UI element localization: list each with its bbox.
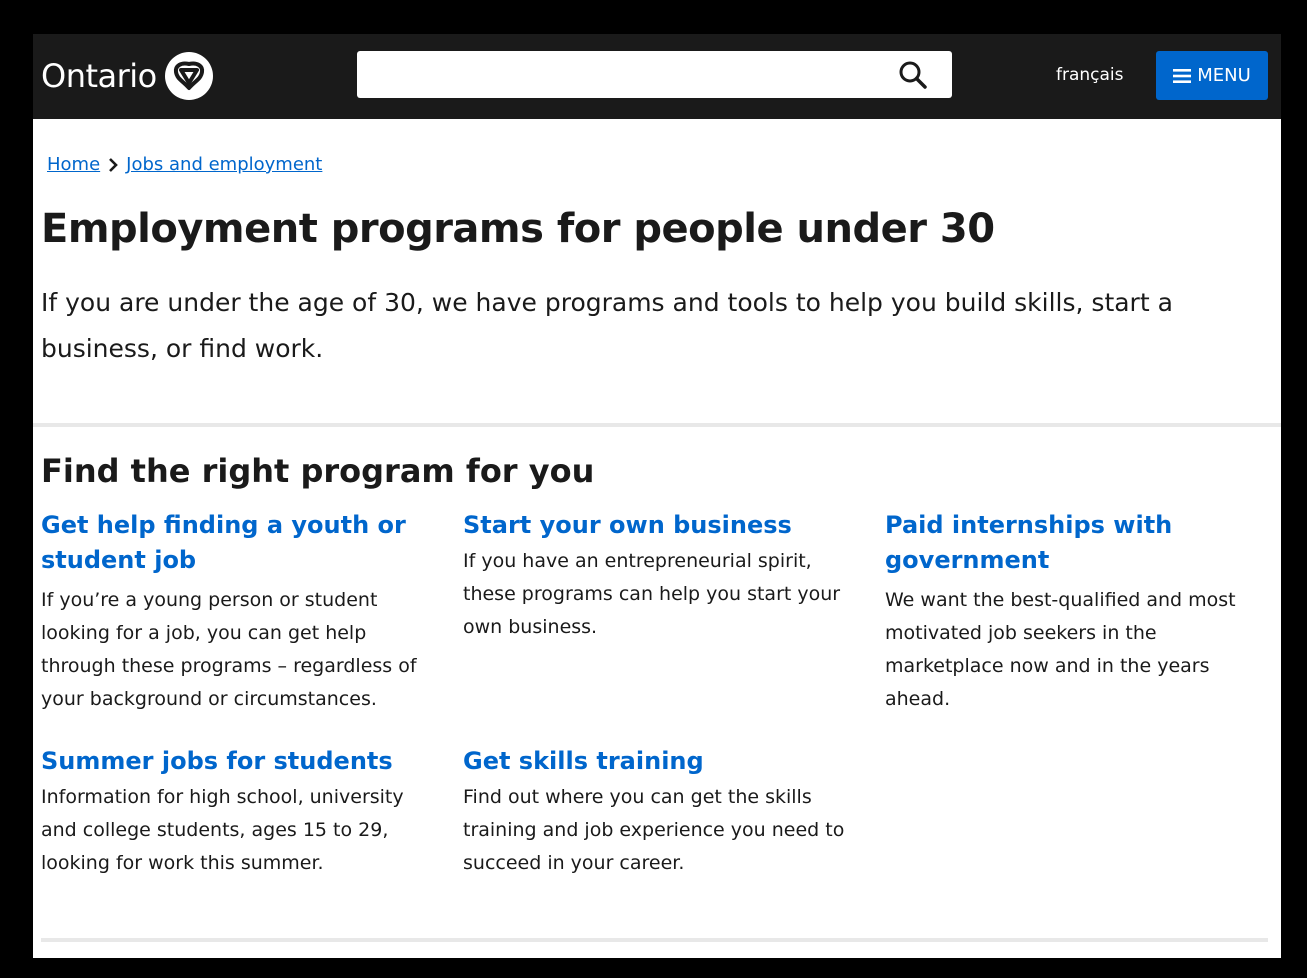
card-description: Find out where you can get the skills tr… (463, 786, 845, 874)
program-card: Start your own business If you have an e… (463, 508, 853, 644)
search-icon (899, 61, 927, 89)
section-divider (33, 423, 1281, 427)
program-card: Get help finding a youth or student job … (41, 508, 431, 716)
logo-text: Ontario (41, 57, 157, 95)
site-header: Ontario français MENU (33, 34, 1281, 119)
card-link[interactable]: Get help finding a youth or student job (41, 511, 406, 574)
search-bar (357, 51, 952, 98)
breadcrumb-home-link[interactable]: Home (47, 154, 100, 175)
trillium-icon (164, 52, 213, 100)
card-description: If you’re a young person or student look… (41, 589, 417, 710)
page-lead: If you are under the age of 30, we have … (41, 288, 1173, 363)
card-link[interactable]: Summer jobs for students (41, 747, 393, 775)
card-heading: Paid internships with government (885, 508, 1275, 578)
card-link[interactable]: Get skills training (463, 747, 704, 775)
card-heading: Start your own business (463, 508, 853, 543)
card-link[interactable]: Paid internships with government (885, 511, 1172, 574)
card-description: Information for high school, university … (41, 786, 404, 874)
card-link[interactable]: Start your own business (463, 511, 792, 539)
menu-label: MENU (1197, 65, 1251, 86)
breadcrumb-jobs-link[interactable]: Jobs and employment (126, 154, 322, 175)
section-title: Find the right program for you (41, 452, 595, 490)
hamburger-icon (1173, 68, 1192, 83)
menu-button[interactable]: MENU (1156, 51, 1268, 100)
card-description: We want the best-qualified and most moti… (885, 589, 1236, 710)
card-heading: Get help finding a youth or student job (41, 508, 431, 578)
search-input[interactable] (357, 51, 877, 98)
ontario-logo[interactable]: Ontario (41, 52, 215, 100)
program-card: Paid internships with government We want… (885, 508, 1275, 716)
card-description: If you have an entrepreneurial spirit, t… (463, 550, 841, 638)
page-frame: Ontario français MENU Home Jobs and empl… (33, 34, 1281, 958)
program-card: Summer jobs for students Information for… (41, 744, 431, 880)
search-button[interactable] (896, 59, 930, 91)
program-card: Get skills training Find out where you c… (463, 744, 853, 880)
breadcrumb: Home Jobs and employment (47, 154, 322, 175)
card-heading: Summer jobs for students (41, 744, 431, 779)
bottom-divider (41, 938, 1268, 942)
card-heading: Get skills training (463, 744, 853, 779)
language-toggle-link[interactable]: français (1056, 65, 1124, 85)
chevron-right-icon (109, 157, 118, 172)
page-title: Employment programs for people under 30 (41, 206, 995, 252)
